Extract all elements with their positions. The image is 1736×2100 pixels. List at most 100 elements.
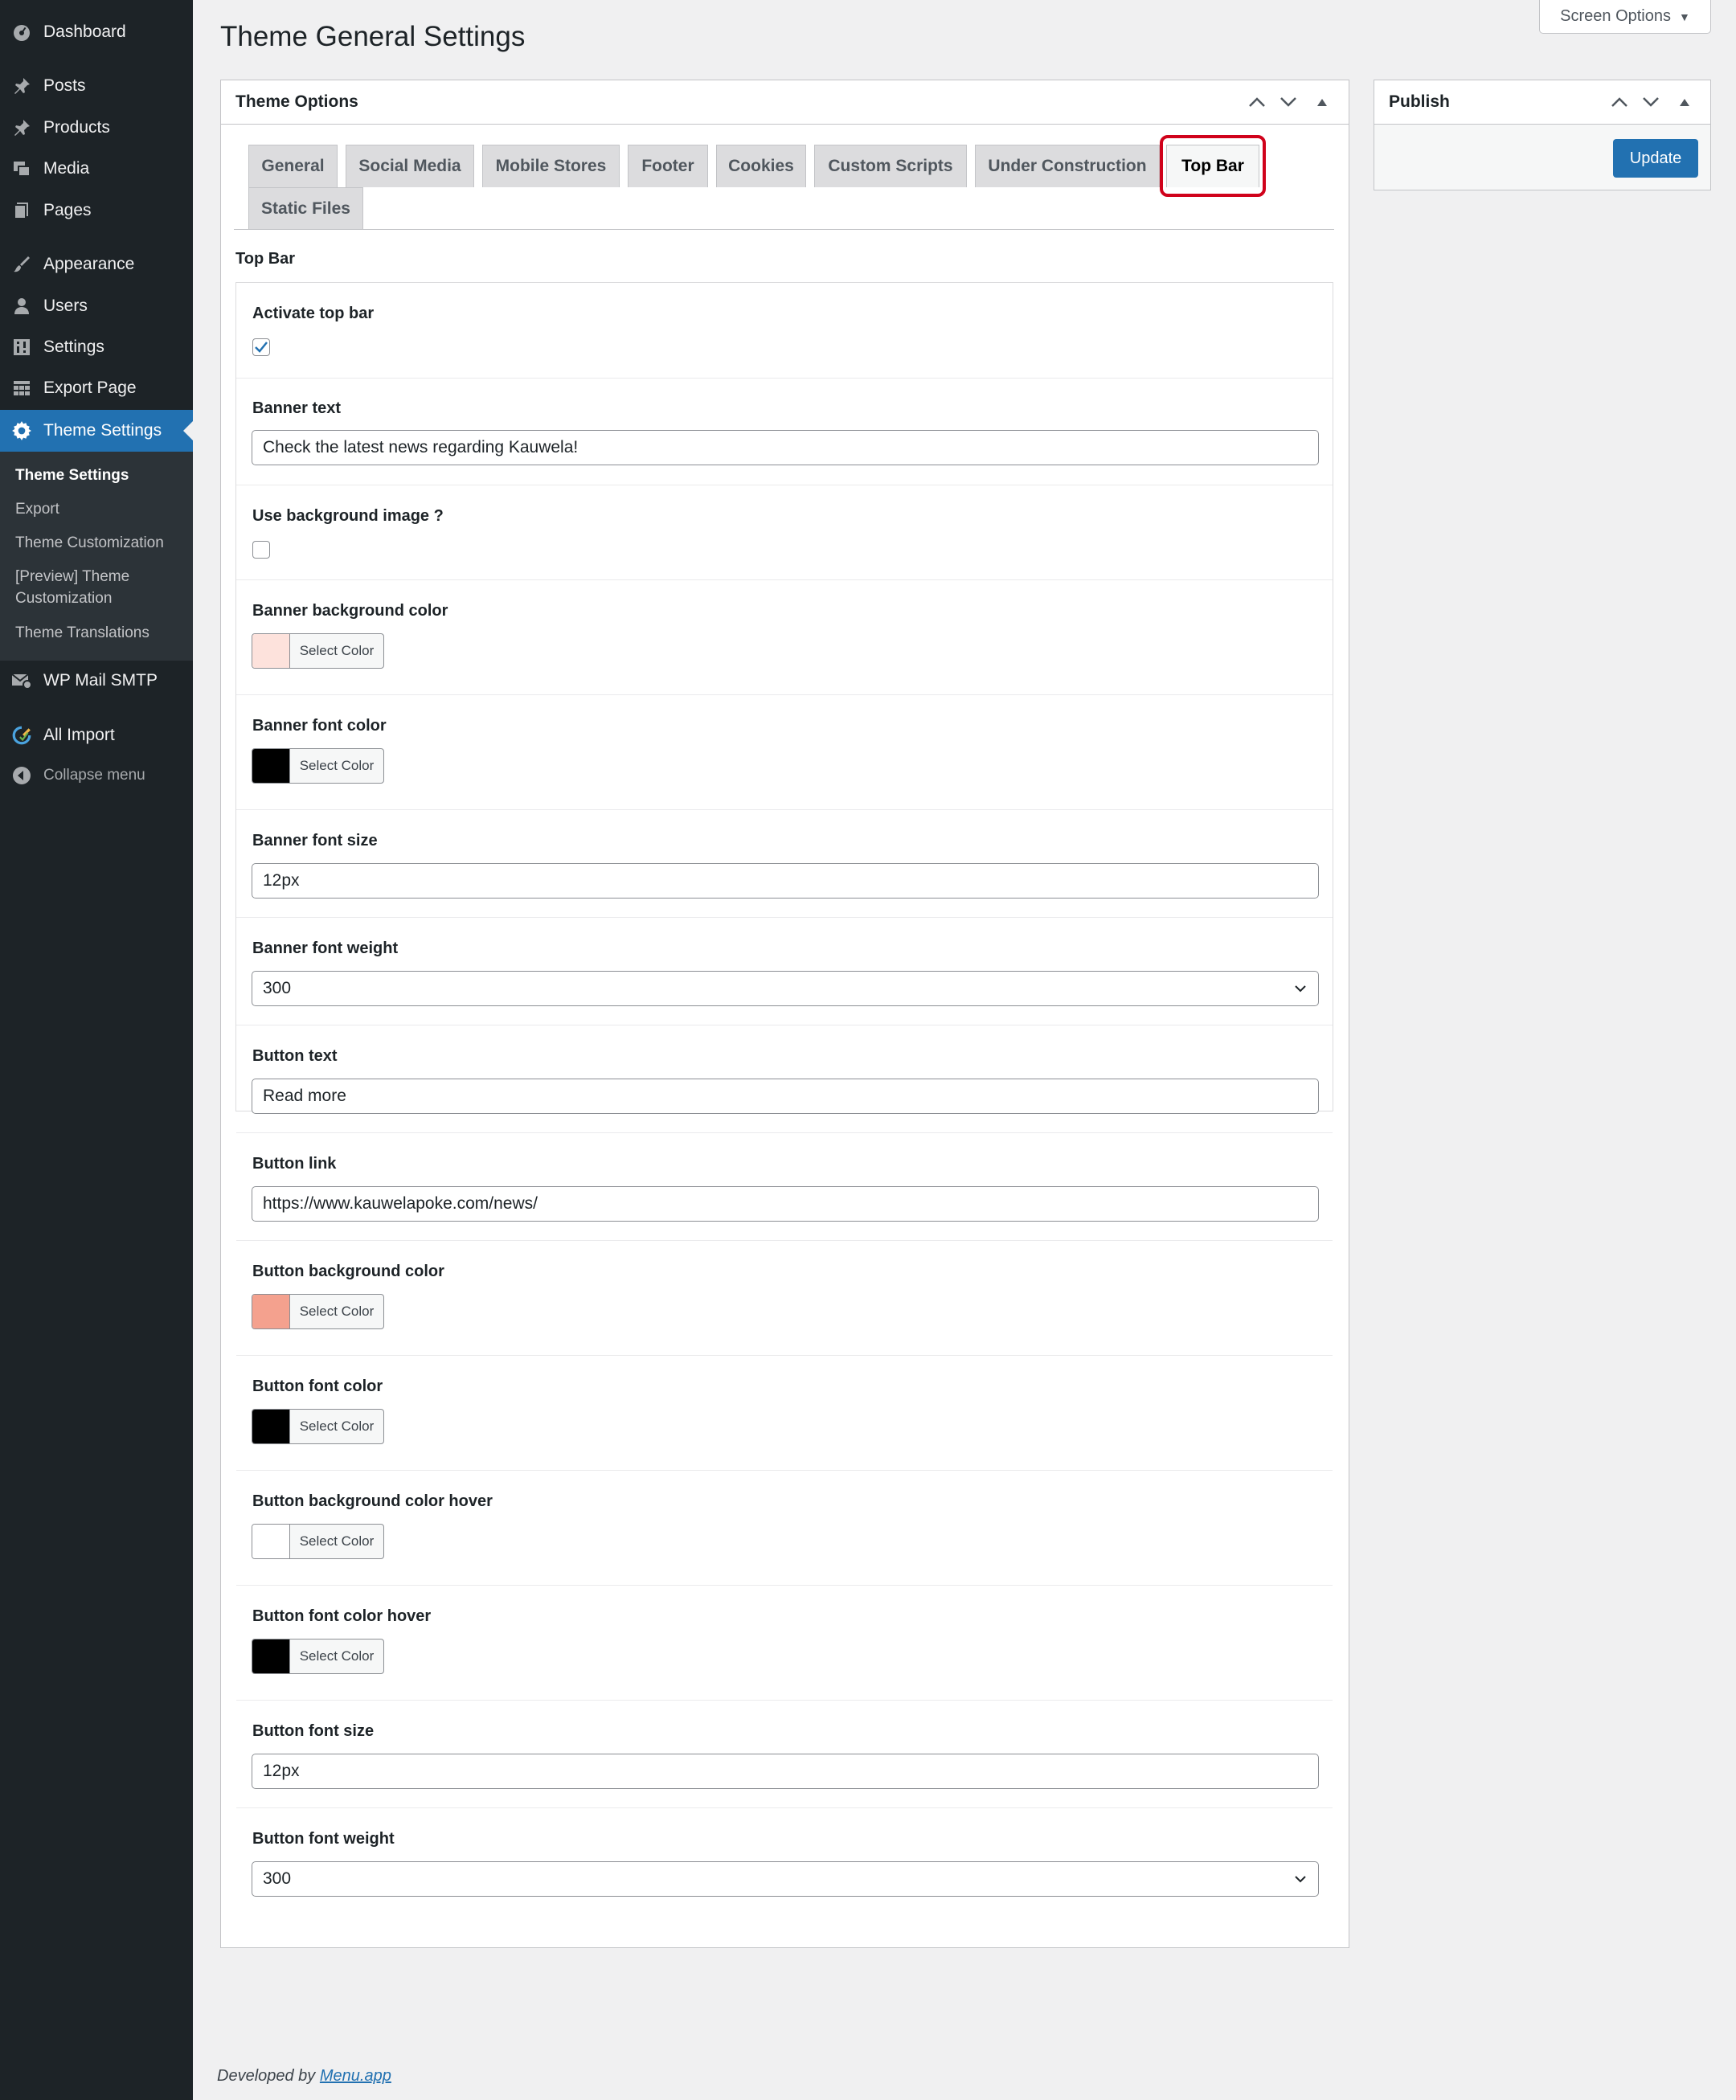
button-font-color-hover-picker[interactable]: Select Color [252, 1639, 384, 1674]
button-font-size-input[interactable]: 12px [252, 1754, 1319, 1789]
update-button[interactable]: Update [1613, 139, 1698, 178]
chevron-down-icon[interactable] [1640, 92, 1661, 113]
sidebar-item-media[interactable]: Media [0, 149, 193, 189]
submenu-item-theme-translations[interactable]: Theme Translations [15, 622, 184, 644]
color-swatch [252, 634, 290, 668]
settings-icon [11, 337, 32, 358]
select-color-label: Select Color [299, 1304, 375, 1319]
sidebar-item-wp-mail-smtp[interactable]: WP Mail SMTP [0, 661, 193, 701]
tab-static-files[interactable]: Static Files [248, 187, 363, 230]
collapse-icon [11, 765, 32, 786]
sidebar-item-label: Dashboard [43, 23, 126, 41]
select-color-label: Select Color [299, 1418, 375, 1434]
field-button-background-color-hover: Button background color hover Select Col… [236, 1471, 1333, 1586]
select-value: 300 [263, 979, 292, 997]
sidebar-item-label: Settings [43, 338, 104, 356]
pin-icon [11, 117, 32, 138]
pin-icon [11, 76, 32, 96]
field-activate-top-bar: Activate top bar [236, 283, 1333, 379]
field-button-font-weight: Button font weight 300 [236, 1808, 1333, 1916]
field-banner-background-color: Banner background color Select Color [236, 580, 1333, 695]
fields-container: Activate top bar Banner text Check the l… [235, 282, 1333, 1897]
field-banner-font-weight: Banner font weight 300 [236, 918, 1333, 1025]
footer-credit: Developed by Menu.app [217, 2067, 391, 2086]
import-icon [11, 725, 32, 746]
sidebar-item-label: Media [43, 159, 90, 178]
select-color-label: Select Color [299, 643, 375, 658]
sidebar-item-label: Collapse menu [43, 767, 145, 784]
chevron-up-icon[interactable] [1247, 92, 1267, 113]
media-icon [11, 158, 32, 179]
table-icon [11, 378, 32, 399]
tab-custom-scripts[interactable]: Custom Scripts [814, 145, 967, 187]
footer-link[interactable]: Menu.app [320, 2067, 391, 2085]
tab-footer[interactable]: Footer [628, 145, 708, 187]
sidebar-item-dashboard[interactable]: Dashboard [0, 12, 193, 52]
use-background-image-checkbox[interactable] [252, 541, 270, 559]
button-font-color-picker[interactable]: Select Color [252, 1409, 384, 1444]
submenu-item-preview-theme-customization[interactable]: [Preview] Theme Customization [15, 566, 168, 609]
active-tab-highlight [1160, 135, 1266, 197]
toggle-panel-icon[interactable] [1674, 92, 1695, 113]
sidebar-item-appearance[interactable]: Appearance [0, 244, 193, 285]
footer-prefix: Developed by [217, 2067, 316, 2085]
banner-font-color-picker[interactable]: Select Color [252, 748, 384, 784]
panel-title: Publish [1389, 92, 1450, 111]
tab-under-construction[interactable]: Under Construction [975, 145, 1160, 187]
sidebar-item-products[interactable]: Products [0, 108, 193, 148]
collapse-menu-button[interactable]: Collapse menu [0, 755, 193, 796]
sidebar-item-users[interactable]: Users [0, 286, 193, 326]
color-swatch [252, 1639, 290, 1673]
sidebar-item-pages[interactable]: Pages [0, 190, 193, 231]
activate-top-bar-checkbox[interactable] [252, 338, 270, 356]
field-label: Banner font weight [252, 939, 399, 957]
button-background-color-picker[interactable]: Select Color [252, 1294, 384, 1329]
toggle-panel-icon[interactable] [1312, 92, 1333, 113]
banner-font-weight-select[interactable]: 300 [252, 971, 1319, 1006]
field-label: Button background color hover [252, 1492, 493, 1510]
page-title: Theme General Settings [220, 21, 526, 52]
sidebar-item-label: WP Mail SMTP [43, 671, 158, 690]
field-label: Banner text [252, 399, 342, 417]
sidebar-item-theme-settings[interactable]: Theme Settings [0, 410, 193, 452]
sidebar-item-settings[interactable]: Settings [0, 327, 193, 367]
banner-background-color-picker[interactable]: Select Color [252, 633, 384, 669]
sidebar-item-label: Theme Settings [43, 421, 162, 440]
sidebar-item-label: Appearance [43, 255, 135, 273]
submenu-item-export[interactable]: Export [15, 498, 184, 520]
tab-social-media[interactable]: Social Media [346, 145, 474, 187]
submenu-item-theme-settings[interactable]: Theme Settings [15, 465, 184, 486]
banner-font-size-input[interactable]: 12px [252, 863, 1319, 899]
field-button-font-size: Button font size 12px [236, 1701, 1333, 1808]
color-swatch [252, 1525, 290, 1558]
field-button-link: Button link https://www.kauwelapoke.com/… [236, 1133, 1333, 1241]
field-banner-font-color: Banner font color Select Color [236, 695, 1333, 810]
sidebar-item-label: Pages [43, 201, 92, 219]
panel-title: Theme Options [235, 92, 358, 111]
mail-icon [11, 670, 32, 691]
checkmark-icon [255, 342, 268, 353]
field-button-font-color-hover: Button font color hover Select Color [236, 1586, 1333, 1701]
color-swatch [252, 1295, 290, 1328]
sidebar-item-export-page[interactable]: Export Page [0, 368, 193, 408]
screen-options-button[interactable]: Screen Options ▼ [1539, 0, 1711, 34]
brush-icon [11, 254, 32, 275]
button-font-weight-select[interactable]: 300 [252, 1861, 1319, 1897]
field-label: Activate top bar [252, 305, 375, 322]
tab-cookies[interactable]: Cookies [716, 145, 806, 187]
tab-mobile-stores[interactable]: Mobile Stores [482, 145, 620, 187]
sidebar-item-label: All Import [43, 726, 115, 744]
field-label: Banner font size [252, 832, 378, 849]
chevron-down-icon[interactable] [1278, 92, 1299, 113]
field-banner-text: Banner text Check the latest news regard… [236, 379, 1333, 485]
banner-text-input[interactable]: Check the latest news regarding Kauwela! [252, 430, 1319, 465]
chevron-up-icon[interactable] [1609, 92, 1630, 113]
admin-sidebar: Dashboard Posts Products Media Pages App… [0, 0, 193, 2100]
sidebar-item-posts[interactable]: Posts [0, 66, 193, 106]
tab-general[interactable]: General [248, 145, 338, 187]
submenu-item-theme-customization[interactable]: Theme Customization [15, 532, 184, 554]
button-link-input[interactable]: https://www.kauwelapoke.com/news/ [252, 1186, 1319, 1222]
sidebar-item-all-import[interactable]: All Import [0, 715, 193, 755]
button-background-color-hover-picker[interactable]: Select Color [252, 1524, 384, 1559]
button-text-input[interactable]: Read more [252, 1079, 1319, 1114]
